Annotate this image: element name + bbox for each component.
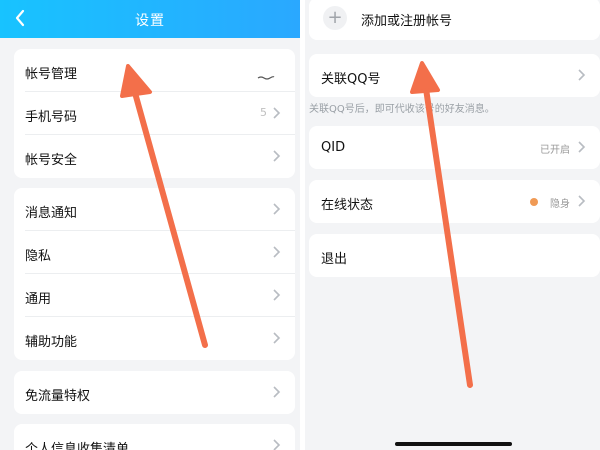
chevron-right-icon <box>273 150 281 162</box>
chevron-right-icon <box>578 195 586 207</box>
settings-item-phone-number[interactable]: 手机号码 5 <box>14 92 295 135</box>
chevron-right-icon <box>273 203 281 215</box>
chevron-right-icon <box>273 289 281 301</box>
status-dot-icon <box>530 198 538 206</box>
settings-item-personal-info-list[interactable]: 个人信息收集清单 <box>14 424 295 450</box>
link-qq-note: 关联QQ号后，即可代收该号的好友消息。 <box>309 104 495 115</box>
item-label: 退出 <box>321 252 348 267</box>
logout-group: 退出 <box>309 234 600 277</box>
chevron-right-icon <box>273 107 281 119</box>
home-indicator[interactable] <box>395 442 512 446</box>
item-value: 5 <box>260 106 267 119</box>
page-title: 设置 <box>135 13 165 29</box>
settings-item-general[interactable]: 通用 <box>14 274 295 317</box>
qid-item[interactable]: QID 已开启 <box>309 126 600 169</box>
screenshot-frame: 设置 帐号管理 手机号码 5 帐号安全 消息通知 隐私 通用 辅助功能 免流量特… <box>0 0 600 450</box>
chevron-right-icon <box>273 246 281 258</box>
chevron-right-icon <box>273 332 281 344</box>
qid-status: 已开启 <box>540 145 570 156</box>
item-label: QID <box>321 140 346 155</box>
link-qq-item[interactable]: 关联QQ号 <box>309 54 600 97</box>
settings-item-accessibility[interactable]: 辅助功能 <box>14 317 295 360</box>
settings-item-data-free[interactable]: 免流量特权 <box>14 371 295 414</box>
plus-icon: + <box>323 6 347 30</box>
add-account-group: + 添加或注册帐号 <box>309 0 600 40</box>
item-label: 消息通知 <box>25 206 78 221</box>
item-label: 在线状态 <box>321 198 374 213</box>
online-status-group: 在线状态 隐身 <box>309 180 600 223</box>
settings-item-notifications[interactable]: 消息通知 <box>14 188 295 231</box>
account-group: 帐号管理 手机号码 5 帐号安全 <box>14 49 295 178</box>
settings-item-account-management[interactable]: 帐号管理 <box>14 49 295 92</box>
online-status-value: 隐身 <box>550 199 570 210</box>
online-status-item[interactable]: 在线状态 隐身 <box>309 180 600 223</box>
settings-panel: 设置 帐号管理 手机号码 5 帐号安全 消息通知 隐私 通用 辅助功能 免流量特… <box>0 0 300 450</box>
item-label: 辅助功能 <box>25 335 78 350</box>
item-label: 帐号管理 <box>25 67 78 82</box>
preferences-group: 消息通知 隐私 通用 辅助功能 <box>14 188 295 360</box>
item-label: 通用 <box>25 292 52 307</box>
data-free-group: 免流量特权 <box>14 371 295 414</box>
item-label: 帐号安全 <box>25 153 78 168</box>
account-management-panel: + 添加或注册帐号 关联QQ号 关联QQ号后，即可代收该号的好友消息。 QID … <box>305 0 600 450</box>
personal-info-group: 个人信息收集清单 <box>14 424 295 450</box>
chevron-right-icon <box>273 386 281 398</box>
link-qq-group: 关联QQ号 <box>309 54 600 97</box>
settings-item-account-security[interactable]: 帐号安全 <box>14 135 295 178</box>
item-label: 关联QQ号 <box>321 72 381 87</box>
item-label: 隐私 <box>25 249 52 264</box>
chevron-right-icon <box>273 439 281 450</box>
chevron-right-icon <box>578 141 586 153</box>
settings-header: 设置 <box>0 0 300 38</box>
item-label: 手机号码 <box>25 110 78 125</box>
logout-button[interactable]: 退出 <box>309 234 600 277</box>
redacted-mark-icon <box>257 76 275 80</box>
settings-item-privacy[interactable]: 隐私 <box>14 231 295 274</box>
qid-group: QID 已开启 <box>309 126 600 169</box>
item-label: 添加或注册帐号 <box>361 14 453 29</box>
item-label: 免流量特权 <box>25 389 91 404</box>
add-account-button[interactable]: + 添加或注册帐号 <box>309 0 600 40</box>
chevron-right-icon <box>578 69 586 81</box>
item-label: 个人信息收集清单 <box>25 442 130 450</box>
